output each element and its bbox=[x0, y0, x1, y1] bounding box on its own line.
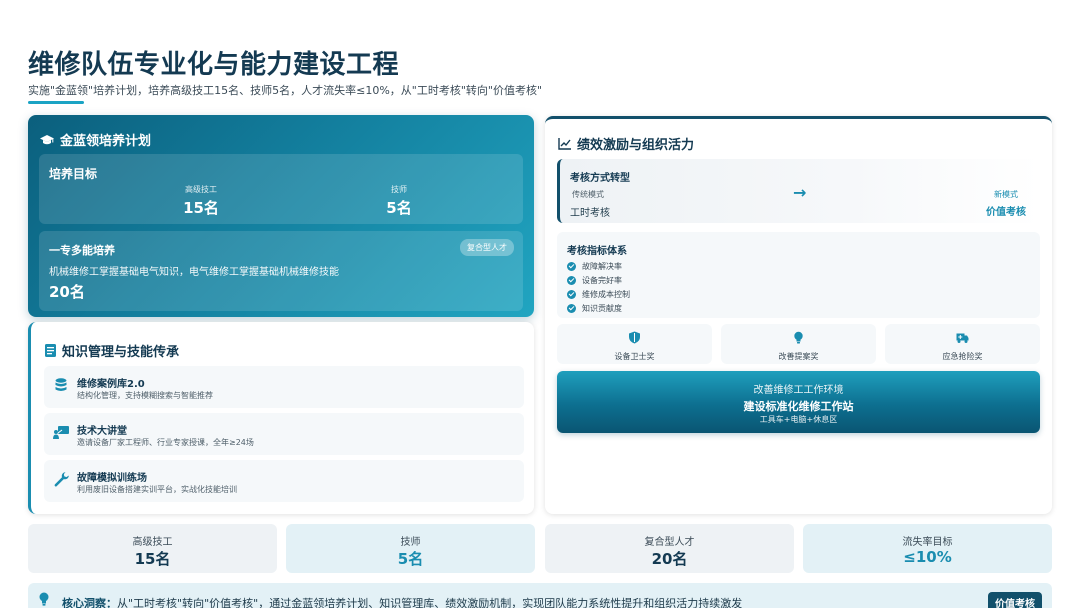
award-emergency[interactable]: 应急抢险奖 bbox=[885, 324, 1040, 364]
goal-stat-senior: 高级技工 15名 bbox=[141, 184, 261, 218]
metric-item-label: 维修成本控制 bbox=[582, 289, 630, 299]
metric-item-label: 故障解决率 bbox=[582, 261, 622, 271]
multi-skill-panel: 一专多能培养 复合型人才 机械维修工掌握基础电气知识，电气维修工掌握基础机械维修… bbox=[39, 231, 523, 311]
goal-stat-key: 技师 bbox=[391, 185, 407, 194]
bottom-stat-senior: 高级技工 15名 bbox=[28, 524, 277, 573]
check-circle-icon bbox=[567, 303, 576, 313]
workstation-line1: 改善维修工工作环境 bbox=[753, 385, 844, 396]
shield-icon bbox=[629, 331, 640, 344]
knowledge-item-desc: 结构化管理，支持模糊搜索与智能推荐 bbox=[77, 391, 213, 400]
goal-stat-technician: 技师 5名 bbox=[339, 184, 459, 218]
metric-item: 维修成本控制 bbox=[567, 287, 630, 301]
award-label: 设备卫士奖 bbox=[614, 352, 655, 361]
assessment-mode-title: 考核方式转型 bbox=[570, 173, 630, 184]
check-circle-icon bbox=[567, 289, 576, 299]
bottom-stat-composite: 复合型人才 20名 bbox=[545, 524, 794, 573]
bottom-stat-key: 流失率目标 bbox=[902, 537, 953, 548]
check-circle-icon bbox=[567, 275, 576, 285]
award-equipment-guardian[interactable]: 设备卫士奖 bbox=[557, 324, 712, 364]
metrics-title: 考核指标体系 bbox=[567, 246, 627, 257]
knowledge-item-lecture[interactable]: 技术大讲堂 邀请设备厂家工程师、行业专家授课，全年≥24场 bbox=[44, 413, 524, 455]
workstation-banner: 改善维修工工作环境 建设标准化维修工作站 工具车+电脑+休息区 bbox=[557, 371, 1040, 433]
wrench-icon bbox=[54, 472, 69, 487]
metric-item: 知识贡献度 bbox=[567, 301, 630, 315]
goal-stat-value: 15名 bbox=[183, 199, 219, 217]
insight-body: 从"工时考核"转向"价值考核"，通过金蓝领培养计划、知识管理库、绩效激励机制，实… bbox=[117, 597, 743, 608]
performance-header-label: 绩效激励与组织活力 bbox=[577, 138, 695, 153]
knowledge-item-desc: 利用废旧设备搭建实训平台，实战化技能培训 bbox=[77, 485, 237, 494]
multi-skill-value: 20名 bbox=[49, 283, 85, 301]
knowledge-item-simulation[interactable]: 故障模拟训练场 利用废旧设备搭建实训平台，实战化技能培训 bbox=[44, 460, 524, 502]
insight-text: 核心洞察：从"工时考核"转向"价值考核"，通过金蓝领培养计划、知识管理库、绩效激… bbox=[62, 595, 742, 608]
chart-line-icon bbox=[558, 137, 571, 150]
insight-label: 核心洞察： bbox=[62, 597, 117, 608]
metric-item-label: 设备完好率 bbox=[582, 275, 622, 285]
bottom-stat-value: 15名 bbox=[134, 550, 171, 568]
knowledge-item-title: 维修案例库2.0 bbox=[77, 379, 145, 390]
bottom-stat-value: ≤10% bbox=[903, 548, 952, 566]
training-header-label: 金蓝领培养计划 bbox=[60, 134, 152, 149]
bottom-stat-technician: 技师 5名 bbox=[286, 524, 535, 573]
knowledge-header: 知识管理与技能传承 bbox=[45, 341, 179, 360]
bottom-stat-key: 复合型人才 bbox=[644, 537, 695, 548]
new-mode-value: 价值考核 bbox=[986, 207, 1026, 218]
database-icon bbox=[55, 378, 67, 391]
metric-item: 故障解决率 bbox=[567, 259, 630, 273]
metric-item: 设备完好率 bbox=[567, 273, 630, 287]
lecture-icon bbox=[53, 426, 69, 439]
ambulance-icon bbox=[956, 333, 969, 343]
workstation-line3: 工具车+电脑+休息区 bbox=[759, 415, 838, 424]
bottom-stat-value: 5名 bbox=[397, 550, 424, 568]
performance-header: 绩效激励与组织活力 bbox=[558, 134, 694, 153]
page-subtitle: 实施"金蓝领"培养计划，培养高级技工15名、技师5名，人才流失率≤10%，从"工… bbox=[28, 84, 543, 97]
arrow-right-icon: → bbox=[793, 183, 807, 202]
lightbulb-icon bbox=[39, 592, 49, 606]
old-mode-key: 传统模式 bbox=[572, 190, 604, 199]
workstation-line2: 建设标准化维修工作站 bbox=[743, 400, 854, 413]
insight-bar: 核心洞察：从"工时考核"转向"价值考核"，通过金蓝领培养计划、知识管理库、绩效激… bbox=[28, 583, 1052, 608]
knowledge-item-title: 故障模拟训练场 bbox=[77, 473, 147, 484]
performance-card: 绩效激励与组织活力 考核方式转型 传统模式 工时考核 → 新模式 价值考核 考核… bbox=[545, 116, 1052, 514]
training-card: 金蓝领培养计划 培养目标 高级技工 15名 技师 5名 一专多能培养 复合型人才… bbox=[28, 115, 534, 317]
goal-stat-value: 5名 bbox=[386, 199, 412, 217]
multi-skill-desc: 机械维修工掌握基础电气知识，电气维修工掌握基础机械维修技能 bbox=[49, 267, 339, 278]
metrics-list: 故障解决率 设备完好率 维修成本控制 知识贡献度 bbox=[567, 259, 630, 315]
award-label: 改善提案奖 bbox=[778, 352, 819, 361]
knowledge-item-title: 技术大讲堂 bbox=[77, 426, 127, 437]
book-icon bbox=[45, 344, 56, 357]
award-improvement[interactable]: 改善提案奖 bbox=[721, 324, 876, 364]
bottom-stat-key: 技师 bbox=[400, 537, 421, 548]
bottom-stat-value: 20名 bbox=[651, 550, 688, 568]
new-mode-key: 新模式 bbox=[994, 190, 1018, 199]
multi-skill-badge: 复合型人才 bbox=[460, 239, 514, 256]
knowledge-item-desc: 邀请设备厂家工程师、行业专家授课，全年≥24场 bbox=[77, 438, 254, 447]
assessment-mode-panel: 考核方式转型 传统模式 工时考核 → 新模式 价值考核 bbox=[557, 159, 1040, 223]
page-title: 维修队伍专业化与能力建设工程 bbox=[28, 50, 400, 80]
knowledge-header-label: 知识管理与技能传承 bbox=[62, 345, 180, 360]
insight-tag: 价值考核 bbox=[988, 592, 1042, 608]
bottom-stat-key: 高级技工 bbox=[132, 537, 173, 548]
graduation-cap-icon bbox=[40, 134, 54, 144]
check-circle-icon bbox=[567, 261, 576, 271]
knowledge-card: 知识管理与技能传承 维修案例库2.0 结构化管理，支持模糊搜索与智能推荐 技术大… bbox=[28, 322, 534, 514]
training-goal-panel: 培养目标 高级技工 15名 技师 5名 bbox=[39, 154, 523, 224]
metric-item-label: 知识贡献度 bbox=[582, 303, 622, 313]
old-mode-value: 工时考核 bbox=[570, 208, 610, 219]
goal-stat-key: 高级技工 bbox=[185, 185, 217, 194]
training-goal-label: 培养目标 bbox=[49, 167, 98, 181]
bottom-stat-turnover: 流失率目标 ≤10% bbox=[803, 524, 1052, 573]
knowledge-item-case-library[interactable]: 维修案例库2.0 结构化管理，支持模糊搜索与智能推荐 bbox=[44, 366, 524, 408]
training-header: 金蓝领培养计划 bbox=[40, 130, 151, 149]
award-label: 应急抢险奖 bbox=[942, 352, 983, 361]
title-underline bbox=[28, 101, 84, 104]
multi-skill-label: 一专多能培养 bbox=[49, 244, 115, 257]
lightbulb-icon bbox=[794, 331, 803, 344]
metrics-panel: 考核指标体系 故障解决率 设备完好率 维修成本控制 知识贡献度 bbox=[557, 232, 1040, 318]
